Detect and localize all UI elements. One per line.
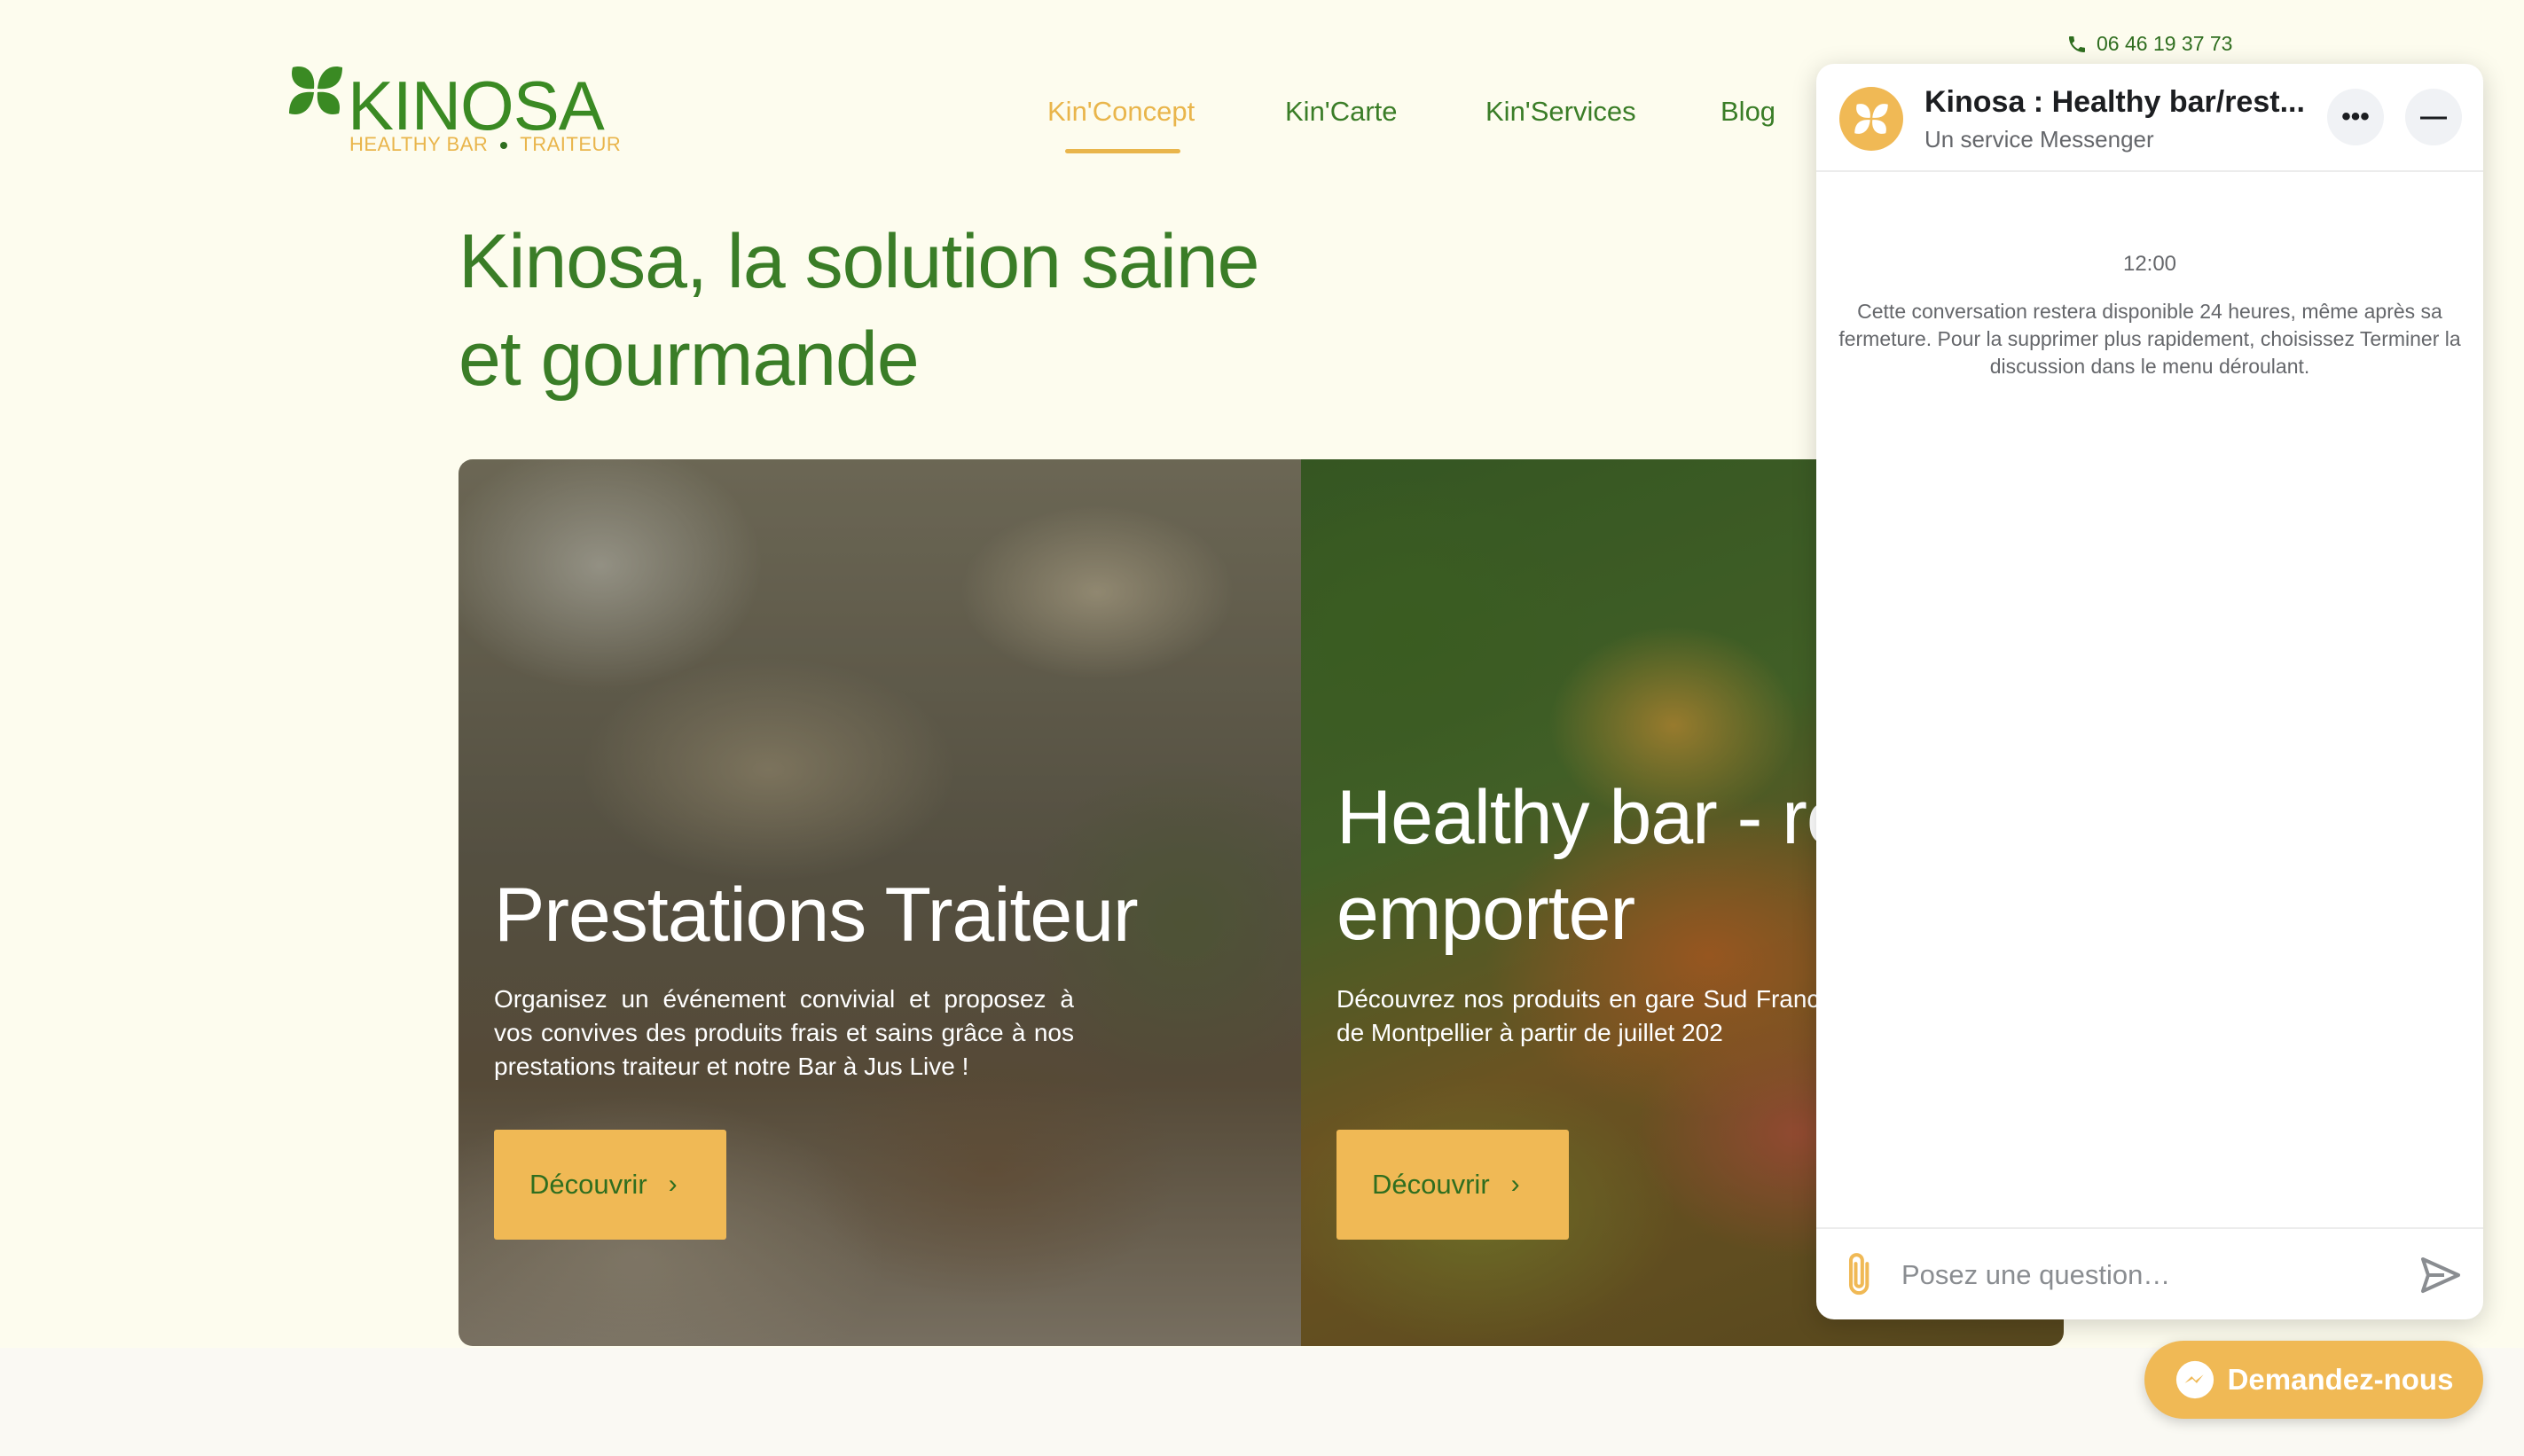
card-text: Découvrez nos produits en gare Sud Franc… [1336,985,1833,1046]
next-section [0,1348,2524,1456]
minimize-button[interactable]: — [2405,89,2462,145]
logo-tag-dot [500,142,508,150]
discover-button[interactable]: Découvrir › [494,1130,726,1240]
messenger-icon [2175,1360,2214,1399]
ask-us-button[interactable]: Demandez-nous [2144,1341,2483,1419]
nav-item-kinservices[interactable]: Kin'Services [1485,96,1636,128]
nav-item-kincarte[interactable]: Kin'Carte [1285,96,1398,128]
card-traiteur: Prestations Traiteur Organisez un événem… [459,459,1301,1346]
card-title-line1: Healthy bar - re [1336,775,1849,860]
discover-button-label: Découvrir [529,1169,647,1200]
nav-item-kinconcept[interactable]: Kin'Concept [1047,96,1195,128]
card-title-line2: emporter [1336,871,1635,956]
more-icon: ••• [2341,102,2370,131]
discover-button-label: Découvrir [1372,1169,1490,1200]
discover-button[interactable]: Découvrir › [1336,1130,1569,1240]
page-title-line2: et gourmande [459,317,920,402]
card-title: Prestations Traiteur [494,873,1139,958]
nav-active-underline [1065,149,1180,153]
site-logo[interactable]: KINOSA HEALTHY BAR TRAITEUR [287,60,624,158]
chat-message-input[interactable] [1901,1250,2363,1300]
page-title-line1: Kinosa, la solution saine [459,219,1259,304]
clover-logo-icon [289,67,342,114]
chat-composer [1816,1227,2483,1319]
chat-header: Kinosa : Healthy bar/rest... Un service … [1816,64,2483,172]
avatar [1839,87,1903,151]
page-title: Kinosa, la solution saine et gourmande [459,213,1345,408]
clover-logo-icon [1854,104,1888,134]
phone-icon [2069,35,2085,52]
logo-wordmark: KINOSA [348,67,605,145]
chat-timestamp: 12:00 [2122,252,2177,276]
chevron-right-icon: › [1510,1170,1520,1199]
minimize-icon: — [2420,102,2447,131]
logo-tag-right: TRAITEUR [520,133,622,155]
messenger-chat-panel: Kinosa : Healthy bar/rest... Un service … [1816,64,2483,1319]
card-text: Organisez un événement convivial et prop… [494,985,1074,1080]
send-icon[interactable] [2419,1254,2462,1296]
paperclip-icon[interactable] [1841,1250,1880,1300]
logo-tagline: HEALTHY BAR TRAITEUR [349,133,621,156]
chat-retention-notice: Cette conversation restera disponible 24… [1838,300,2461,378]
phone-number: 06 46 19 37 73 [2097,32,2233,55]
more-options-button[interactable]: ••• [2327,89,2384,145]
chevron-right-icon: › [668,1170,678,1199]
logo-tag-left: HEALTHY BAR [349,133,489,155]
chat-subtitle: Un service Messenger [1924,126,2154,153]
phone-link[interactable]: 06 46 19 37 73 [2066,32,2232,56]
chat-title: Kinosa : Healthy bar/rest... [1924,85,2305,119]
nav-item-blog[interactable]: Blog [1721,96,1775,128]
ask-us-label: Demandez-nous [2227,1363,2454,1396]
